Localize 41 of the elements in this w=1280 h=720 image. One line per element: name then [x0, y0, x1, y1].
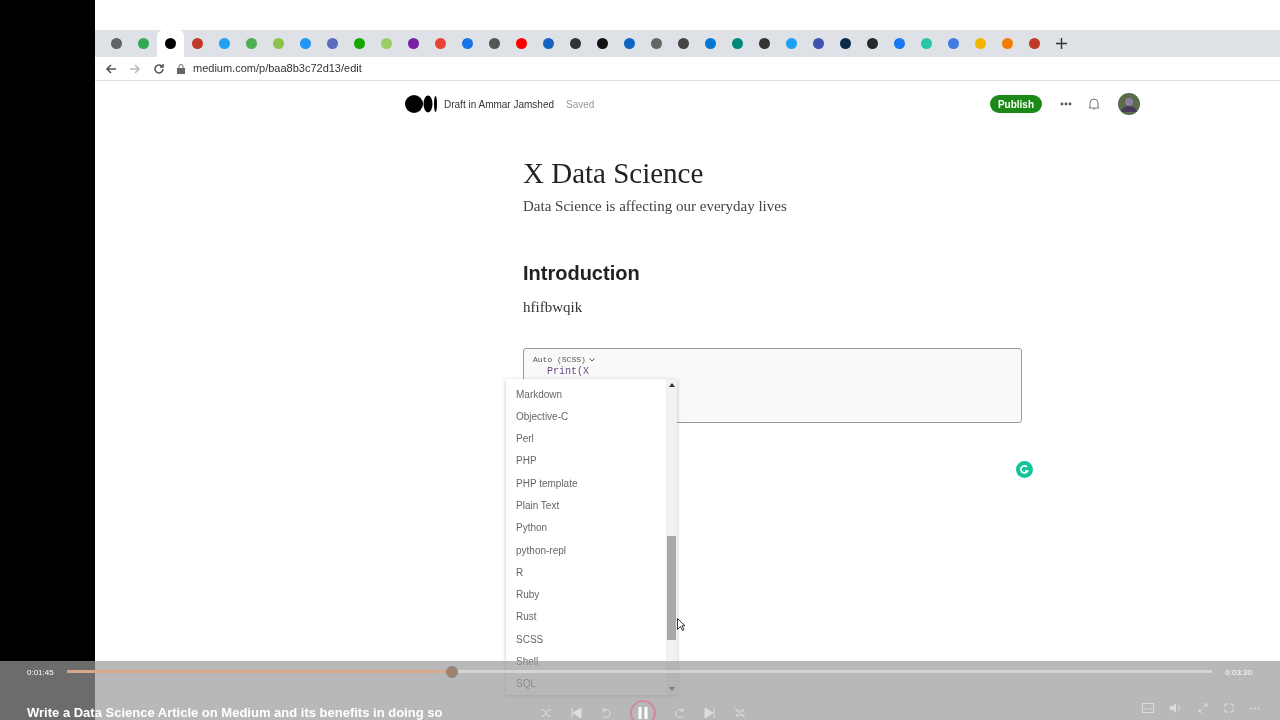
bell-icon[interactable] [1088, 97, 1100, 111]
forward-icon[interactable] [129, 62, 141, 75]
new-tab-icon[interactable] [1056, 38, 1067, 49]
grammar-icon[interactable] [1016, 461, 1033, 478]
back-icon[interactable] [105, 62, 117, 75]
logo-icon[interactable] [405, 95, 437, 113]
publish-button[interactable]: Publish [989, 95, 1042, 113]
draft-label: Draft in Ammar Jamshed [444, 97, 555, 112]
avatar[interactable] [1118, 93, 1140, 115]
progress-handle[interactable] [445, 666, 458, 678]
language-selector[interactable]: Auto (SCSS) [533, 354, 595, 366]
progress-track[interactable] [67, 670, 1212, 673]
chevron-icon [588, 358, 595, 362]
menu-item[interactable]: Plain Text [516, 494, 560, 517]
menu-item[interactable]: Markdown [516, 383, 563, 406]
section-heading[interactable]: Introduction [523, 257, 1280, 288]
menu-item[interactable]: Ruby [516, 583, 540, 606]
menu-item[interactable]: PHP template [516, 472, 578, 495]
article-subtitle[interactable]: Data Science is affecting our everyday lives [523, 195, 1280, 218]
reload-icon[interactable] [153, 62, 165, 75]
url-text[interactable]: medium.com/p/baa8b3c72d13/edit [193, 60, 362, 77]
menu-item[interactable]: Perl [516, 427, 534, 450]
menu-item[interactable]: Python [516, 516, 548, 539]
more-icon[interactable] [1060, 102, 1072, 106]
menu-item[interactable]: python-repl [516, 538, 567, 562]
menu-item[interactable]: PHP [516, 449, 537, 473]
menu-item[interactable]: Rust [516, 605, 537, 629]
scroll-up-icon[interactable] [668, 383, 675, 387]
article-title[interactable]: X Data Science [523, 155, 1280, 191]
video-title: Write a Data Science Article on Medium and its benefits in doing so [27, 704, 443, 720]
code-text: Print(X [547, 366, 589, 378]
paragraph[interactable]: hfifbwqik [523, 295, 1280, 318]
scroll-thumb[interactable] [667, 536, 676, 640]
save-status: Saved [566, 97, 595, 112]
lock-icon [177, 63, 185, 74]
menu-item[interactable]: R [516, 561, 524, 584]
menu-item[interactable]: SCSS [516, 628, 544, 651]
cursor-icon [677, 618, 685, 631]
menu-item[interactable]: Objective-C [516, 405, 569, 428]
elapsed-time: 0:01:45 [27, 667, 54, 679]
pause-icon[interactable] [630, 700, 656, 720]
